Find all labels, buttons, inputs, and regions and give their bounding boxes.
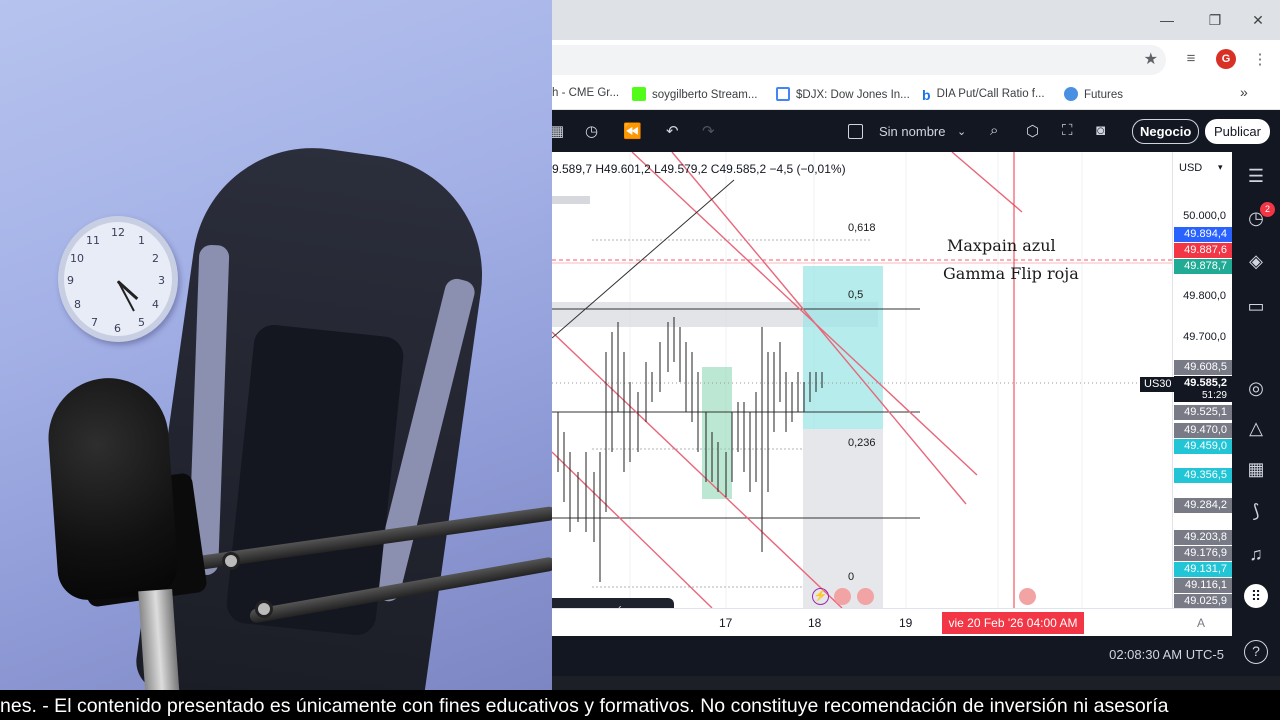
ohlc-readout: 9.589,7 H49.601,2 L49.579,2 C49.585,2 −4… [552,162,846,176]
disclaimer-ticker: nes. - El contenido presentado es únicam… [0,690,1280,720]
maxpain-label[interactable]: Maxpain azul [947,236,1056,255]
time-label: 19 [899,616,913,630]
notifications-icon[interactable]: ♫ [1244,542,1268,566]
bookmark-dia[interactable]: b DIA Put/Call Ratio f... [922,87,1045,103]
camera-icon[interactable]: ◙ [1096,122,1105,139]
target-icon[interactable]: ◎ [1244,376,1268,400]
price-tag: 49.878,7 [1174,259,1232,274]
bookmark-star-icon[interactable]: ★ [1144,49,1158,69]
browser-window: — ❐ ✕ ★ ≡ G ⋮ h - CME Gr... soygilberto … [552,0,1280,690]
price-tag: 49.116,1 [1174,578,1232,593]
replay-icon[interactable]: ⏪ [623,122,642,140]
ideas-icon[interactable]: △ [1244,416,1268,440]
chevron-down-icon[interactable]: ⌄ [957,125,966,138]
apps-grid-icon[interactable]: ⠿ [1244,584,1268,608]
microphone [44,374,180,602]
kick-icon [632,87,646,101]
calendar-icon[interactable]: ▦ [1244,457,1268,481]
price-tick: 49.700,0 [1183,331,1226,343]
menu-kebab-icon[interactable]: ⋮ [1250,50,1270,68]
bookmark-kick[interactable]: soygilberto Stream... [632,87,757,101]
price-tag: 49.608,5 [1174,360,1232,375]
omnibox[interactable]: ★ [552,45,1166,75]
bookmark-djx[interactable]: $DJX: Dow Jones In... [776,87,910,101]
us-event-icon[interactable] [834,588,851,605]
bottom-bar: 02:08:30 AM UTC-5 [552,636,1232,676]
price-tag: 49.356,5 [1174,468,1232,483]
undo-icon[interactable]: ↶ [666,122,679,140]
lightning-event-icon[interactable]: ⚡ [812,588,829,605]
price-scale[interactable]: USD ▾ 50.000,0 49.800,0 49.700,0 49.894,… [1172,152,1232,609]
price-tag: 49.894,4 [1174,227,1232,242]
fib-05: 0,5 [848,289,864,301]
bookmarks-overflow-icon[interactable]: » [1240,84,1248,100]
alerts-badge: 2 [1260,202,1275,217]
disclaimer-text: nes. - El contenido presentado es únicam… [0,695,1169,717]
bookmark-futures[interactable]: Futures [1064,87,1123,101]
symbol-tag: US30 [1140,377,1176,392]
minimize-button[interactable]: — [1155,8,1179,32]
media-control-icon[interactable]: ≡ [1181,50,1201,67]
gamma-flip-label[interactable]: Gamma Flip roja [943,264,1079,283]
wall-clock: 12 1 2 3 4 5 6 7 8 9 10 11 [58,216,178,342]
tv-top-toolbar: ▦ ◷ ⏪ ↶ ↷ Sin nombre ⌄ ⌕ ⬡ ⛶ ◙ Negocio P… [552,110,1280,152]
bar-countdown: 51:29 [1174,389,1232,402]
price-tag: 49.284,2 [1174,498,1232,513]
negocio-button[interactable]: Negocio [1132,119,1200,144]
price-chart[interactable]: 9.589,7 H49.601,2 L49.579,2 C49.585,2 −4… [552,152,1172,608]
title-bar: — ❐ ✕ [552,0,1280,40]
streams-icon[interactable]: ⟆ [1244,499,1268,523]
alert-clock-icon[interactable]: ◷ [585,122,598,140]
price-tag: 49.887,6 [1174,243,1232,258]
futures-icon [1064,87,1078,101]
settings-hex-icon[interactable]: ⬡ [1026,122,1039,140]
price-tick: 50.000,0 [1183,210,1226,222]
layout-checkbox[interactable] [848,124,863,139]
close-button[interactable]: ✕ [1246,8,1270,32]
time-label: 17 [719,616,733,630]
auto-scale-toggle[interactable]: A [1197,616,1205,630]
os-taskbar [552,676,1280,690]
bookmark-cme[interactable]: h - CME Gr... [552,87,619,99]
price-tick: 49.800,0 [1183,290,1226,302]
profile-avatar[interactable]: G [1216,49,1236,69]
address-bar-row: ★ ≡ G ⋮ [552,40,1280,78]
us-event-icon[interactable] [857,588,874,605]
price-tag: 49.525,1 [1174,405,1232,420]
right-sidebar: ☰ ◷ 2 ◈ ▭ ◎ △ ▦ ⟆ ♫ ⠿ ? [1232,152,1280,690]
price-tag: 49.203,8 [1174,530,1232,545]
quick-search-icon[interactable]: ⌕ [990,122,998,139]
currency-chevron-icon[interactable]: ▾ [1218,162,1223,173]
price-tag: 49.025,9 [1174,594,1232,609]
chart-canvas [552,152,1172,608]
publicar-button[interactable]: Publicar [1205,119,1270,144]
watchlist-icon[interactable]: ☰ [1244,164,1268,188]
redo-icon[interactable]: ↷ [702,122,715,140]
fib-0: 0 [848,571,855,583]
time-axis[interactable]: 17 18 19 vie 20 Feb '26 04:00 AM A [552,608,1232,636]
price-tag: 49.459,0 [1174,439,1232,454]
djx-icon [776,87,790,101]
grid-icon[interactable]: ▦ [552,122,564,140]
chart-clock[interactable]: 02:08:30 AM UTC-5 [1109,647,1224,662]
chat-icon[interactable]: ▭ [1244,294,1268,318]
restore-button[interactable]: ❐ [1203,8,1227,32]
layout-name[interactable]: Sin nombre [879,124,945,139]
price-tag: 49.470,0 [1174,423,1232,438]
time-label: 18 [808,616,822,630]
us-event-icon[interactable] [1019,588,1036,605]
fib-0236: 0,236 [848,437,876,449]
time-cursor-label: vie 20 Feb '26 04:00 AM [942,612,1084,634]
bookmarks-bar: h - CME Gr... soygilberto Stream... $DJX… [552,78,1280,110]
currency-selector[interactable]: USD [1179,162,1202,174]
layers-icon[interactable]: ◈ [1244,249,1268,273]
webcam-feed: 12 1 2 3 4 5 6 7 8 9 10 11 [0,0,552,690]
help-icon[interactable]: ? [1244,640,1268,664]
fib-0618: 0,618 [848,222,876,234]
price-tag: 49.131,7 [1174,562,1232,577]
barchart-b-icon: b [922,87,931,103]
price-tag: 49.176,9 [1174,546,1232,561]
fullscreen-icon[interactable]: ⛶ [1062,122,1073,139]
